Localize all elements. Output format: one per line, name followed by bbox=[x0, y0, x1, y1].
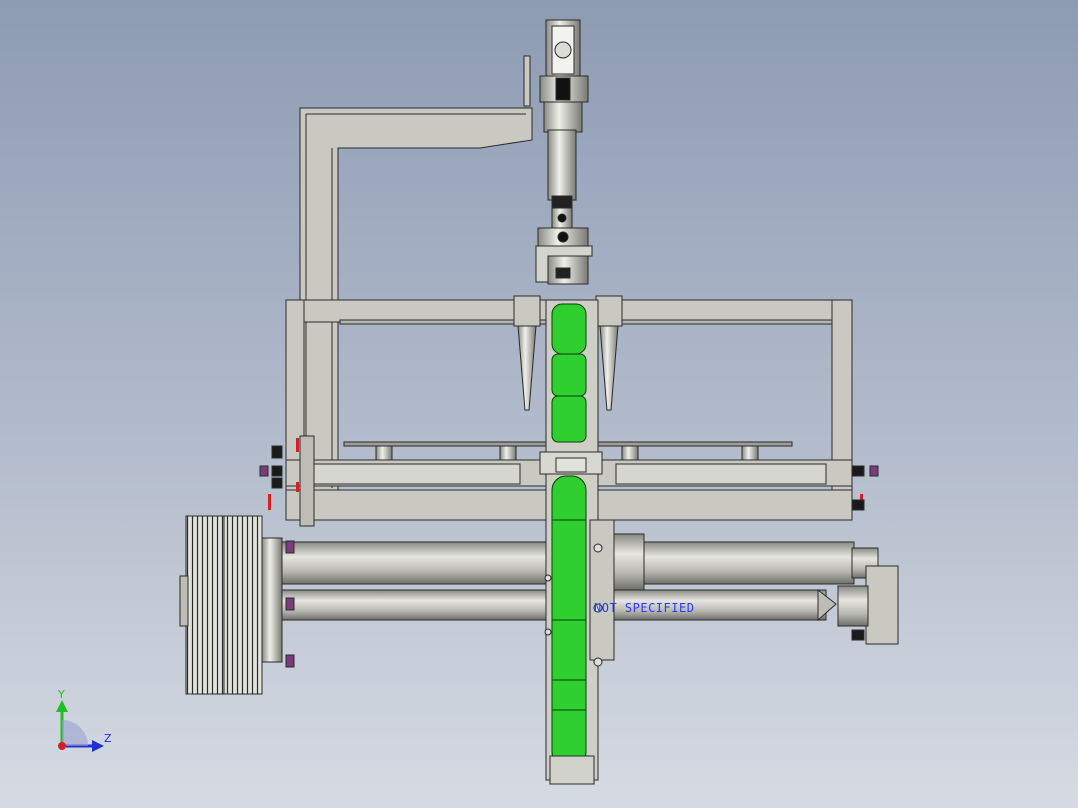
chain bbox=[551, 303, 587, 767]
assembly-model[interactable] bbox=[0, 0, 1078, 808]
dimension-note: NOT SPECIFIED bbox=[594, 601, 695, 615]
cad-viewport[interactable]: NOT SPECIFIED Y Z bbox=[0, 0, 1078, 808]
axis-triad bbox=[56, 700, 104, 752]
chain-bottom-bracket bbox=[549, 755, 595, 785]
axis-y-label: Y bbox=[58, 688, 65, 701]
upper-l-bracket bbox=[299, 107, 533, 491]
timing-pulley bbox=[179, 515, 283, 695]
axis-z-label: Z bbox=[104, 732, 112, 745]
top-cylinder bbox=[523, 19, 593, 285]
